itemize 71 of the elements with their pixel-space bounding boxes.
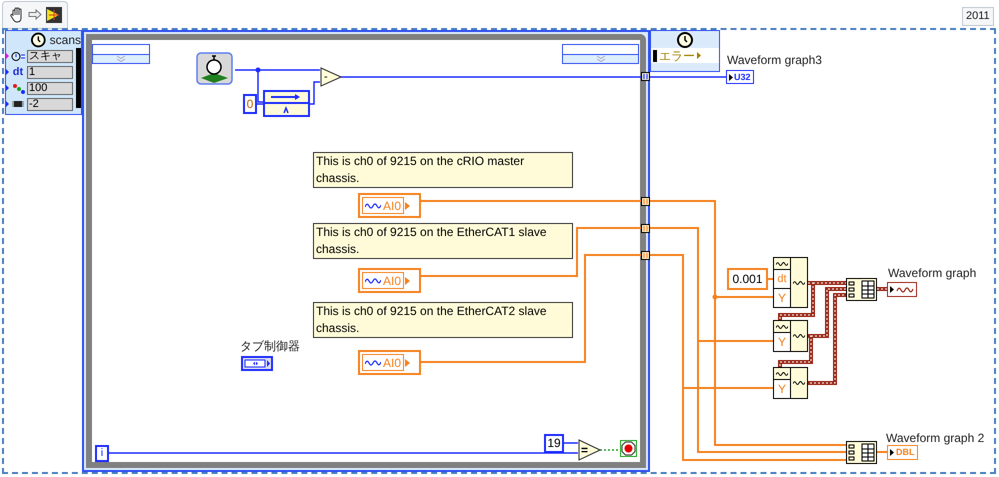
comment-note: This is ch0 of 9215 on the cRIO master chassis. [313, 152, 573, 188]
terminal-value: スキャ [27, 50, 73, 62]
terminal-label: dt [12, 66, 24, 78]
graph-label: Waveform graph 2 [886, 430, 984, 447]
graph-label: Waveform graph [888, 265, 976, 282]
operator-symbol: = [581, 444, 588, 456]
waveform-icon [365, 202, 381, 210]
shift-register-node [263, 90, 310, 117]
terminal-label: Y [776, 334, 787, 351]
tunnel-icon [641, 197, 650, 206]
terminal-value: 1 [27, 66, 73, 78]
terminal-value: エラー [659, 50, 695, 62]
clock-icon [31, 32, 46, 48]
build-array-node [846, 441, 877, 464]
terminal-value: 100 [27, 82, 73, 94]
operator-symbol: - [324, 72, 328, 82]
stop-icon [620, 440, 637, 457]
channel-name: AI0 [383, 356, 402, 368]
channel-name: AI0 [383, 274, 402, 286]
chevron-icon [596, 55, 606, 62]
terminal-value: -2 [27, 98, 73, 110]
arrow-icon [6, 85, 9, 91]
chip-icon [11, 99, 25, 109]
terminal-label: Y [776, 381, 787, 398]
waveform-icon [793, 380, 805, 386]
priority-icon [11, 82, 25, 94]
junction-dot [256, 68, 260, 72]
operator-triangle [578, 439, 601, 461]
vi-icon[interactable] [46, 7, 62, 23]
arrow-icon [6, 53, 9, 59]
arrow-icon [729, 74, 733, 80]
waveform-icon [793, 333, 805, 339]
tunnel-icon [641, 251, 650, 260]
arrow-icon [697, 52, 701, 59]
terminal-label: dt [774, 270, 790, 289]
arrow-icon [6, 69, 9, 75]
node-label: scans [50, 34, 81, 46]
indicator-label: Waveform graph3 [727, 52, 822, 69]
tab-control-terminal [241, 356, 273, 371]
data-type-label: U32 [734, 72, 751, 82]
comment-note: This is ch0 of 9215 on the EtherCAT2 slave chassis. [313, 302, 573, 338]
arrow-icon [890, 449, 894, 456]
comment-note: This is ch0 of 9215 on the EtherCAT1 slave chassis. [313, 223, 573, 259]
waveform-icon [365, 358, 381, 366]
waveform-icon [776, 260, 788, 266]
channel-name: AI0 [383, 200, 402, 212]
tunnel-icon [641, 72, 650, 81]
chevron-icon [116, 55, 126, 62]
waveform-icon [776, 324, 788, 330]
arrow-icon [890, 286, 894, 293]
iteration-terminal: i [95, 445, 109, 462]
waveform-icon [365, 276, 381, 284]
terminal-label: Y [776, 290, 787, 307]
tunnel-icon [641, 224, 650, 233]
waveform-icon [793, 280, 805, 286]
numeric-constant: 0 [243, 94, 257, 114]
junction-dot [712, 294, 718, 300]
operator-triangle [320, 67, 342, 87]
version-label: 2011 [962, 7, 994, 26]
stopwatch-node [196, 52, 235, 86]
waveform-icon [776, 370, 788, 376]
arrow-icon[interactable] [28, 9, 42, 20]
numeric-constant: 0.001 [727, 268, 768, 290]
clock-icon [677, 32, 693, 48]
build-array-node [846, 278, 877, 301]
numeric-constant: 19 [544, 434, 564, 453]
data-type-label: DBL [896, 448, 914, 457]
arrow-icon [6, 101, 9, 107]
stopwatch-icon [11, 51, 25, 61]
control-label: タブ制御器 [240, 338, 300, 355]
waveform-icon [896, 286, 914, 294]
